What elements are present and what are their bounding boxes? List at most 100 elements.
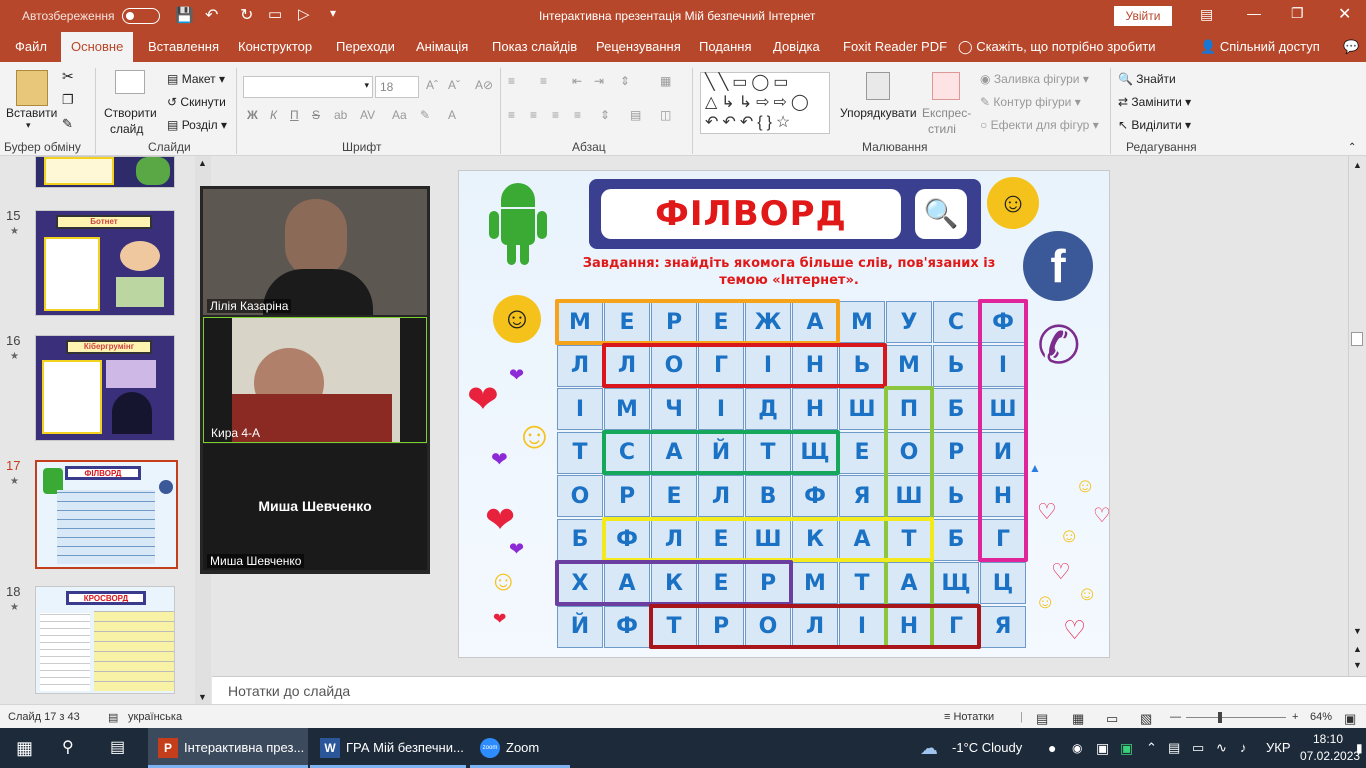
shadow-icon[interactable]: ab <box>334 108 347 122</box>
normal-view-icon[interactable]: ▤ <box>1036 711 1048 727</box>
columns-icon[interactable]: ▦ <box>660 74 671 88</box>
undo-icon[interactable]: ↶ <box>205 5 218 25</box>
reading-view-icon[interactable]: ▭ <box>1106 711 1118 727</box>
text-direction-icon[interactable]: ⇕ <box>600 108 610 122</box>
zoom-video-panel[interactable]: Лілія Казаріна Кира 4-А Миша Шевченко Ми… <box>200 186 430 574</box>
from-beginning-icon[interactable]: ▷ <box>298 5 310 23</box>
chevron-down-icon[interactable]: ▾ <box>26 120 31 131</box>
grow-font-icon[interactable]: Aˆ <box>426 78 438 92</box>
wifi-icon[interactable]: ∿ <box>1216 728 1227 768</box>
clock[interactable]: 18:10 07.02.2023 <box>1300 731 1360 765</box>
fit-slide-icon[interactable]: ▣ <box>1344 711 1356 727</box>
scroll-up-icon[interactable]: ▲ <box>1353 160 1362 170</box>
taskbar-app-zoom[interactable]: zoom Zoom <box>470 728 570 768</box>
customize-qat-icon[interactable]: ▾ <box>330 6 336 20</box>
decrease-indent-icon[interactable]: ⇤ <box>572 74 582 88</box>
tab-home[interactable]: Основне <box>61 32 134 62</box>
mic-icon[interactable]: ● <box>1048 728 1056 768</box>
tray-chevron-icon[interactable]: ⌃ <box>1146 728 1157 768</box>
tab-view[interactable]: Подання <box>699 32 752 62</box>
shapes-gallery[interactable]: ╲╲▭◯▭ △↳↳⇨⇨◯ ↶↶↶{}☆ <box>700 72 830 134</box>
tray-green-icon[interactable]: ▣ <box>1120 728 1133 768</box>
minimize-icon[interactable]: — <box>1247 5 1261 21</box>
zoom-slider-thumb[interactable] <box>1218 712 1222 723</box>
battery-icon[interactable]: ▭ <box>1192 728 1204 768</box>
copy-icon[interactable]: ❐ <box>62 92 74 108</box>
font-size-select[interactable]: 18 <box>375 76 419 98</box>
sign-in-button[interactable]: Увійти <box>1114 6 1172 26</box>
save-icon[interactable]: 💾 <box>175 6 194 24</box>
task-view-icon[interactable]: ▤ <box>110 728 125 768</box>
close-icon[interactable]: ✕ <box>1338 4 1351 24</box>
zoom-level[interactable]: 64% <box>1310 711 1332 723</box>
zoom-slider-track[interactable] <box>1186 717 1286 718</box>
video-tile-2[interactable]: Кира 4-А <box>203 317 427 443</box>
taskbar-app-word[interactable]: W ГРА Мій безпечни... <box>310 728 466 768</box>
align-center-icon[interactable]: ≡ <box>530 108 537 122</box>
present-icon[interactable]: ▭ <box>268 5 282 23</box>
zoom-out-icon[interactable]: — <box>1170 711 1181 723</box>
next-slide-icon[interactable]: ▼ <box>1353 660 1362 670</box>
slideshow-view-icon[interactable]: ▧ <box>1140 711 1152 727</box>
replace-button[interactable]: ⇄ Замінити ▾ <box>1118 95 1191 109</box>
paste-icon[interactable] <box>16 70 48 106</box>
reset-button[interactable]: ↺ Скинути <box>167 95 226 109</box>
new-slide-icon[interactable] <box>115 70 145 94</box>
tab-file[interactable]: Файл <box>15 32 47 62</box>
smartart-icon[interactable]: ◫ <box>660 108 671 122</box>
video-tile-1[interactable]: Лілія Казаріна <box>203 189 427 315</box>
numbering-icon[interactable]: ≡ <box>540 74 547 88</box>
collapse-ribbon-icon[interactable]: ⌃ <box>1348 142 1356 153</box>
highlight-icon[interactable]: ✎ <box>420 108 430 122</box>
align-text-icon[interactable]: ▤ <box>630 108 641 122</box>
share-button[interactable]: 👤 Спільний доступ <box>1200 32 1320 62</box>
tab-foxit[interactable]: Foxit Reader PDF <box>843 32 947 62</box>
notes-toggle[interactable]: ≡ Нотатки <box>944 711 994 723</box>
zoom-in-icon[interactable]: + <box>1292 711 1298 723</box>
font-color-icon[interactable]: A <box>448 108 456 122</box>
thumbnail-slide-18[interactable]: КРОСВОРД <box>35 586 175 694</box>
arrange-button[interactable]: Упорядкувати <box>840 106 917 120</box>
thumbnail-slide-17-selected[interactable]: ФІЛВОРД <box>35 460 178 569</box>
shrink-font-icon[interactable]: Aˇ <box>448 78 460 92</box>
find-button[interactable]: 🔍 Знайти <box>1118 72 1176 86</box>
notes-pane[interactable]: Нотатки до слайда <box>212 676 1366 704</box>
scroll-down-icon[interactable]: ▼ <box>1353 626 1362 636</box>
notification-icon[interactable]: ▮ <box>1356 728 1363 768</box>
tab-review[interactable]: Рецензування <box>596 32 681 62</box>
case-icon[interactable]: Aa <box>392 108 407 122</box>
tab-transitions[interactable]: Переходи <box>336 32 395 62</box>
new-slide-button-2[interactable]: слайд <box>110 122 143 136</box>
justify-icon[interactable]: ≡ <box>574 108 581 122</box>
quick-styles-button[interactable]: Експрес- <box>922 106 971 120</box>
section-button[interactable]: ▤ Розділ ▾ <box>167 118 227 132</box>
tell-me-box[interactable]: ◯ Скажіть, що потрібно зробити <box>958 32 1156 62</box>
autosave-toggle[interactable] <box>122 8 160 24</box>
windows-start-icon[interactable]: ▦ <box>16 728 33 768</box>
line-spacing-icon[interactable]: ⇕ <box>620 74 630 88</box>
maximize-icon[interactable]: ❐ <box>1291 5 1304 22</box>
tray-app-icon[interactable]: ▣ <box>1096 728 1109 768</box>
volume-icon[interactable]: ♪ <box>1240 728 1247 768</box>
tab-design[interactable]: Конструктор <box>238 32 312 62</box>
new-slide-button[interactable]: Створити <box>104 106 157 120</box>
quick-styles-button-2[interactable]: стилі <box>928 122 956 136</box>
italic-button[interactable]: К <box>270 108 277 122</box>
spellcheck-icon[interactable]: ▤ <box>108 711 118 724</box>
slide-sorter-icon[interactable]: ▦ <box>1072 711 1084 727</box>
scroll-thumb[interactable] <box>1351 332 1363 346</box>
shape-fill-button[interactable]: ◉ Заливка фігури ▾ <box>980 72 1089 86</box>
slide-canvas[interactable]: ФІЛВОРД 🔍 ☺ f ✆ ☺ ❤ ❤ ☺ ❤ ❤ ❤ ☺ ❤ ▲ ☺ ♡ … <box>458 170 1110 658</box>
thumbnail-slide-16[interactable]: Кібергрумінг <box>35 335 175 441</box>
shape-outline-button[interactable]: ✎ Контур фігури ▾ <box>980 95 1081 109</box>
search-icon[interactable]: ⚲ <box>62 728 74 768</box>
font-family-select[interactable]: ▾ <box>243 76 373 98</box>
quick-styles-icon[interactable] <box>932 72 960 100</box>
tab-help[interactable]: Довідка <box>773 32 820 62</box>
align-left-icon[interactable]: ≡ <box>508 108 515 122</box>
format-painter-icon[interactable]: ✎ <box>62 116 73 132</box>
strike-button[interactable]: S <box>312 108 320 122</box>
cut-icon[interactable]: ✂ <box>62 68 74 85</box>
thumbnail-14-partial[interactable] <box>35 156 175 188</box>
weather-text[interactable]: -1°C Cloudy <box>952 728 1022 768</box>
